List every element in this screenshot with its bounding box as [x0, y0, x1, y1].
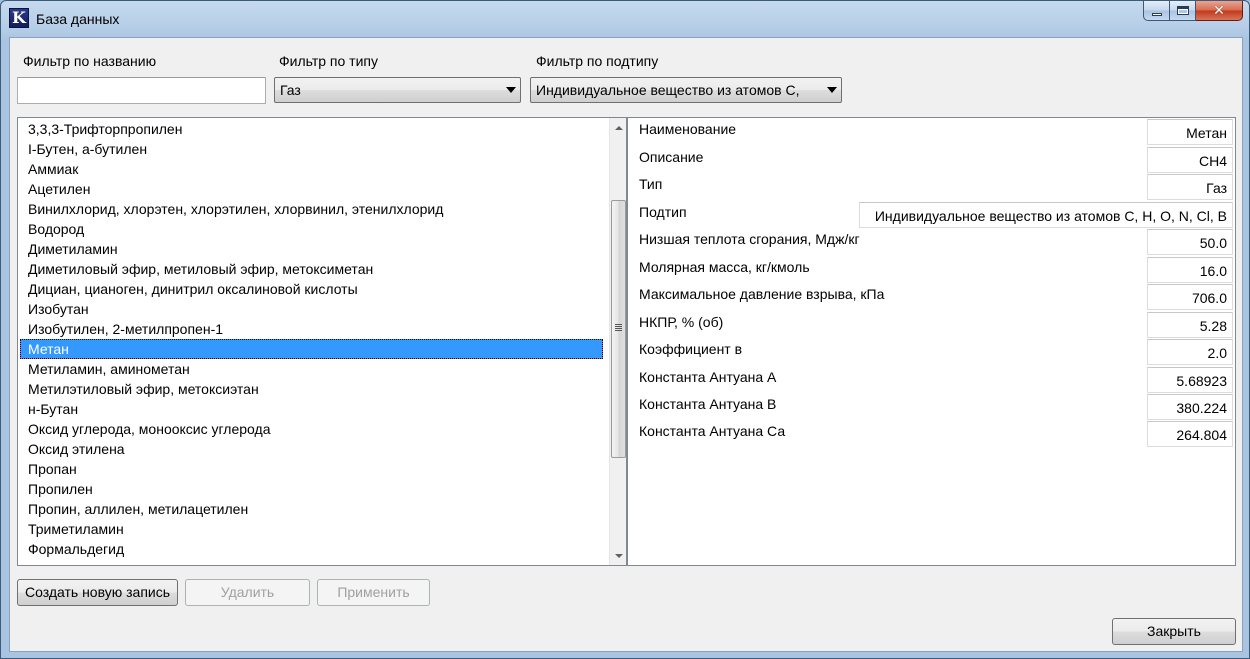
title-bar[interactable]: K База данных ✕	[1, 1, 1249, 37]
close-window-button[interactable]: ✕	[1196, 1, 1243, 21]
list-item[interactable]: Пропан	[20, 459, 603, 479]
property-value-field[interactable]: 50.0	[1147, 229, 1233, 255]
client-area: Фильтр по названию Фильтр по типу Газ Фи…	[9, 37, 1243, 652]
grip-icon	[615, 324, 622, 325]
list-item[interactable]: Метиламин, аминометан	[20, 359, 603, 379]
substance-list[interactable]: 3,3,3-Трифторпропилен I-Бутен, a-бутилен А…	[17, 117, 627, 566]
app-logo-icon: K	[9, 8, 29, 28]
property-label: Коэффициент в	[639, 341, 743, 357]
application-window: K База данных ✕ Фильтр по названию Фильт…	[0, 0, 1250, 659]
property-value-field[interactable]: CH4	[1147, 147, 1233, 173]
property-value-field[interactable]: 5.28	[1147, 312, 1233, 338]
property-label: Константа Антуана В	[639, 396, 777, 412]
property-value-field[interactable]: Индивидуальное вещество из атомов C, H, …	[859, 202, 1233, 228]
property-value-field[interactable]: Газ	[1147, 174, 1233, 200]
property-label: НКПР, % (об)	[639, 314, 724, 330]
list-item[interactable]: Дициан, цианоген, динитрил оксалиновой к…	[20, 279, 603, 299]
list-item[interactable]: Метилэтиловый эфир, метоксиэтан	[20, 379, 603, 399]
maximize-icon	[1176, 6, 1189, 15]
property-label: Константа Антуана Са	[639, 423, 786, 439]
property-label: Подтип	[639, 204, 687, 220]
minimize-button[interactable]	[1143, 1, 1170, 21]
list-item[interactable]: Триметиламин	[20, 519, 603, 539]
close-button[interactable]: Закрыть	[1112, 618, 1236, 645]
list-item[interactable]: Пропин, аллилен, метилацетилен	[20, 499, 603, 519]
list-item[interactable]: Винилхлорид, хлорэтен, хлорэтилен, хлорв…	[20, 199, 603, 219]
list-scrollbar[interactable]	[609, 118, 626, 565]
subtype-filter-value: Индивидуальное вещество из атомов C,	[536, 82, 800, 98]
list-item[interactable]: Водород	[20, 219, 603, 239]
property-label: Молярная масса, кг/кмоль	[639, 259, 810, 275]
property-value-field[interactable]: Метан	[1147, 119, 1233, 145]
window-controls: ✕	[1143, 1, 1243, 21]
property-value-field[interactable]: 706.0	[1147, 284, 1233, 310]
property-label: Описание	[639, 149, 704, 165]
list-item[interactable]: Метан	[20, 339, 603, 359]
list-item[interactable]: Изобутилен, 2-метилпропен-1	[20, 319, 603, 339]
type-filter-select[interactable]: Газ	[274, 77, 521, 103]
scrollbar-thumb[interactable]	[611, 200, 626, 458]
property-value-field[interactable]: 2.0	[1147, 339, 1233, 365]
list-item[interactable]: Формальдегид	[20, 539, 603, 559]
list-item[interactable]: Аммиак	[20, 159, 603, 179]
chevron-down-icon	[506, 87, 516, 93]
property-value-field[interactable]: 16.0	[1147, 257, 1233, 283]
properties-panel: Наименование Метан Описание CH4 Тип Газ Подтип…	[627, 117, 1236, 566]
type-filter-label: Фильтр по типу	[279, 53, 378, 69]
arrow-down-icon	[614, 553, 623, 558]
arrow-up-icon	[614, 125, 623, 130]
property-value-field[interactable]: 380.224	[1147, 394, 1233, 420]
create-record-button[interactable]: Создать новую запись	[17, 579, 178, 606]
scroll-down-button[interactable]	[610, 547, 626, 564]
list-item[interactable]: Оксид этилена	[20, 439, 603, 459]
property-label: Максимальное давление взрыва, кПа	[639, 286, 885, 302]
property-value-field[interactable]: 264.804	[1147, 421, 1233, 447]
list-item[interactable]: Ацетилен	[20, 179, 603, 199]
property-value-field[interactable]: 5.68923	[1147, 367, 1233, 393]
apply-button[interactable]: Применить	[317, 579, 430, 606]
close-icon: ✕	[1213, 2, 1225, 19]
maximize-button[interactable]	[1170, 1, 1196, 21]
property-label: Низшая теплота сгорания, Мдж/кг	[639, 231, 860, 247]
window-title: База данных	[36, 11, 120, 27]
list-item[interactable]: I-Бутен, a-бутилен	[20, 139, 603, 159]
delete-button[interactable]: Удалить	[185, 579, 310, 606]
list-item[interactable]: Изобутан	[20, 299, 603, 319]
property-label: Константа Антуана А	[639, 369, 777, 385]
subtype-filter-label: Фильтр по подтипу	[536, 53, 659, 69]
list-item[interactable]: н-Бутан	[20, 399, 603, 419]
list-item[interactable]: Диметиловый эфир, метиловый эфир, метокс…	[20, 259, 603, 279]
list-item[interactable]: Оксид углерода, монооксис углерода	[20, 419, 603, 439]
name-filter-label: Фильтр по названию	[23, 53, 157, 69]
subtype-filter-select[interactable]: Индивидуальное вещество из атомов C,	[530, 77, 842, 103]
property-label: Тип	[639, 176, 663, 192]
list-item[interactable]: Пропилен	[20, 479, 603, 499]
list-item[interactable]: Диметиламин	[20, 239, 603, 259]
list-item[interactable]: 3,3,3-Трифторпропилен	[20, 119, 603, 139]
property-label: Наименование	[639, 121, 737, 137]
type-filter-value: Газ	[280, 82, 301, 98]
chevron-down-icon	[827, 87, 837, 93]
scroll-up-button[interactable]	[610, 119, 626, 136]
minimize-icon	[1151, 12, 1162, 16]
name-filter-input[interactable]	[17, 77, 266, 104]
